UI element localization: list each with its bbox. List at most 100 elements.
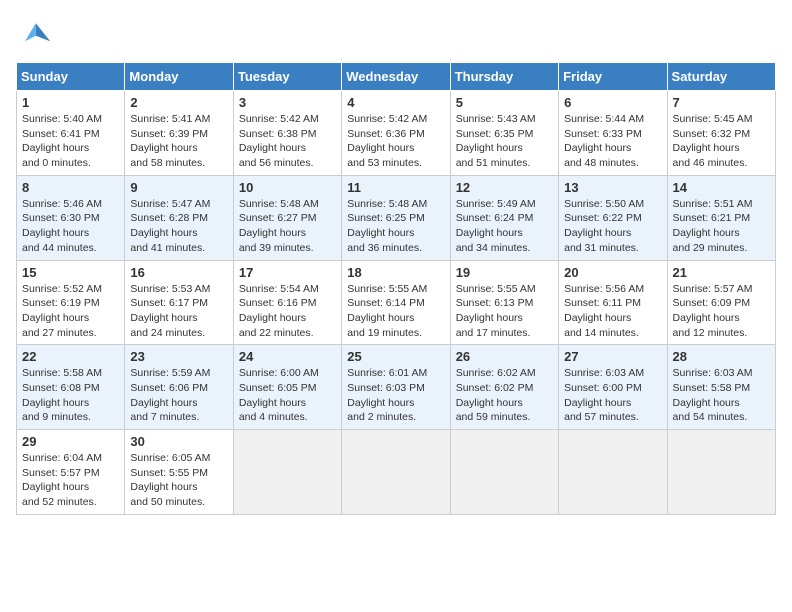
calendar: SundayMondayTuesdayWednesdayThursdayFrid…	[16, 62, 776, 515]
day-info: Sunrise: 5:57 AMSunset: 6:09 PMDaylight …	[673, 282, 770, 341]
calendar-day: 28 Sunrise: 6:03 AMSunset: 5:58 PMDayligh…	[667, 345, 775, 430]
day-info: Sunrise: 6:05 AMSunset: 5:55 PMDaylight …	[130, 451, 227, 510]
day-info: Sunrise: 5:43 AMSunset: 6:35 PMDaylight …	[456, 112, 553, 171]
day-number: 29	[22, 434, 119, 449]
calendar-day: 15 Sunrise: 5:52 AMSunset: 6:19 PMDayligh…	[17, 260, 125, 345]
calendar-week-row: 1 Sunrise: 5:40 AMSunset: 6:41 PMDaylight…	[17, 91, 776, 176]
day-number: 28	[673, 349, 770, 364]
calendar-day: 4 Sunrise: 5:42 AMSunset: 6:36 PMDaylight…	[342, 91, 450, 176]
calendar-day: 1 Sunrise: 5:40 AMSunset: 6:41 PMDaylight…	[17, 91, 125, 176]
day-number: 12	[456, 180, 553, 195]
day-number: 21	[673, 265, 770, 280]
day-info: Sunrise: 5:55 AMSunset: 6:14 PMDaylight …	[347, 282, 444, 341]
weekday-header-monday: Monday	[125, 63, 233, 91]
weekday-header-friday: Friday	[559, 63, 667, 91]
day-info: Sunrise: 5:40 AMSunset: 6:41 PMDaylight …	[22, 112, 119, 171]
day-info: Sunrise: 5:55 AMSunset: 6:13 PMDaylight …	[456, 282, 553, 341]
calendar-day: 24 Sunrise: 6:00 AMSunset: 6:05 PMDayligh…	[233, 345, 341, 430]
day-number: 17	[239, 265, 336, 280]
calendar-day: 13 Sunrise: 5:50 AMSunset: 6:22 PMDayligh…	[559, 175, 667, 260]
calendar-day: 30 Sunrise: 6:05 AMSunset: 5:55 PMDayligh…	[125, 430, 233, 515]
calendar-day: 12 Sunrise: 5:49 AMSunset: 6:24 PMDayligh…	[450, 175, 558, 260]
day-number: 3	[239, 95, 336, 110]
day-info: Sunrise: 5:50 AMSunset: 6:22 PMDaylight …	[564, 197, 661, 256]
day-info: Sunrise: 5:51 AMSunset: 6:21 PMDaylight …	[673, 197, 770, 256]
day-info: Sunrise: 5:54 AMSunset: 6:16 PMDaylight …	[239, 282, 336, 341]
calendar-day	[450, 430, 558, 515]
weekday-header-tuesday: Tuesday	[233, 63, 341, 91]
day-info: Sunrise: 6:03 AMSunset: 6:00 PMDaylight …	[564, 366, 661, 425]
calendar-day: 26 Sunrise: 6:02 AMSunset: 6:02 PMDayligh…	[450, 345, 558, 430]
day-info: Sunrise: 5:48 AMSunset: 6:27 PMDaylight …	[239, 197, 336, 256]
day-info: Sunrise: 5:45 AMSunset: 6:32 PMDaylight …	[673, 112, 770, 171]
calendar-day: 7 Sunrise: 5:45 AMSunset: 6:32 PMDaylight…	[667, 91, 775, 176]
calendar-day: 10 Sunrise: 5:48 AMSunset: 6:27 PMDayligh…	[233, 175, 341, 260]
day-info: Sunrise: 6:01 AMSunset: 6:03 PMDaylight …	[347, 366, 444, 425]
day-info: Sunrise: 5:53 AMSunset: 6:17 PMDaylight …	[130, 282, 227, 341]
weekday-header-saturday: Saturday	[667, 63, 775, 91]
day-number: 16	[130, 265, 227, 280]
day-info: Sunrise: 5:49 AMSunset: 6:24 PMDaylight …	[456, 197, 553, 256]
calendar-day: 11 Sunrise: 5:48 AMSunset: 6:25 PMDayligh…	[342, 175, 450, 260]
calendar-day: 8 Sunrise: 5:46 AMSunset: 6:30 PMDaylight…	[17, 175, 125, 260]
day-info: Sunrise: 6:04 AMSunset: 5:57 PMDaylight …	[22, 451, 119, 510]
calendar-week-row: 22 Sunrise: 5:58 AMSunset: 6:08 PMDayligh…	[17, 345, 776, 430]
day-number: 13	[564, 180, 661, 195]
calendar-day	[559, 430, 667, 515]
day-info: Sunrise: 5:52 AMSunset: 6:19 PMDaylight …	[22, 282, 119, 341]
day-number: 19	[456, 265, 553, 280]
calendar-day: 17 Sunrise: 5:54 AMSunset: 6:16 PMDayligh…	[233, 260, 341, 345]
day-number: 18	[347, 265, 444, 280]
day-info: Sunrise: 5:47 AMSunset: 6:28 PMDaylight …	[130, 197, 227, 256]
day-info: Sunrise: 5:56 AMSunset: 6:11 PMDaylight …	[564, 282, 661, 341]
calendar-day: 5Sunrise: 5:43 AMSunset: 6:35 PMDaylight…	[450, 91, 558, 176]
calendar-week-row: 29 Sunrise: 6:04 AMSunset: 5:57 PMDayligh…	[17, 430, 776, 515]
day-info: Sunrise: 5:59 AMSunset: 6:06 PMDaylight …	[130, 366, 227, 425]
calendar-day: 19 Sunrise: 5:55 AMSunset: 6:13 PMDayligh…	[450, 260, 558, 345]
calendar-day: 23 Sunrise: 5:59 AMSunset: 6:06 PMDayligh…	[125, 345, 233, 430]
calendar-week-row: 8 Sunrise: 5:46 AMSunset: 6:30 PMDaylight…	[17, 175, 776, 260]
day-number: 4	[347, 95, 444, 110]
day-number: 6	[564, 95, 661, 110]
calendar-day: 16 Sunrise: 5:53 AMSunset: 6:17 PMDayligh…	[125, 260, 233, 345]
day-number: 1	[22, 95, 119, 110]
weekday-header-wednesday: Wednesday	[342, 63, 450, 91]
day-info: Sunrise: 6:03 AMSunset: 5:58 PMDaylight …	[673, 366, 770, 425]
day-number: 8	[22, 180, 119, 195]
logo-icon	[16, 16, 52, 52]
day-info: Sunrise: 5:42 AMSunset: 6:38 PMDaylight …	[239, 112, 336, 171]
day-number: 7	[673, 95, 770, 110]
page-header	[16, 16, 776, 52]
calendar-day: 18 Sunrise: 5:55 AMSunset: 6:14 PMDayligh…	[342, 260, 450, 345]
calendar-day	[233, 430, 341, 515]
day-number: 23	[130, 349, 227, 364]
calendar-day: 14 Sunrise: 5:51 AMSunset: 6:21 PMDayligh…	[667, 175, 775, 260]
calendar-day: 2Sunrise: 5:41 AMSunset: 6:39 PMDaylight…	[125, 91, 233, 176]
calendar-day: 6 Sunrise: 5:44 AMSunset: 6:33 PMDaylight…	[559, 91, 667, 176]
day-info: Sunrise: 6:00 AMSunset: 6:05 PMDaylight …	[239, 366, 336, 425]
calendar-day: 25 Sunrise: 6:01 AMSunset: 6:03 PMDayligh…	[342, 345, 450, 430]
calendar-day: 29 Sunrise: 6:04 AMSunset: 5:57 PMDayligh…	[17, 430, 125, 515]
day-number: 26	[456, 349, 553, 364]
day-number: 30	[130, 434, 227, 449]
day-number: 14	[673, 180, 770, 195]
calendar-day: 22 Sunrise: 5:58 AMSunset: 6:08 PMDayligh…	[17, 345, 125, 430]
day-info: Sunrise: 5:48 AMSunset: 6:25 PMDaylight …	[347, 197, 444, 256]
day-number: 22	[22, 349, 119, 364]
day-number: 24	[239, 349, 336, 364]
day-info: Sunrise: 5:46 AMSunset: 6:30 PMDaylight …	[22, 197, 119, 256]
weekday-header-row: SundayMondayTuesdayWednesdayThursdayFrid…	[17, 63, 776, 91]
day-info: Sunrise: 6:02 AMSunset: 6:02 PMDaylight …	[456, 366, 553, 425]
day-number: 15	[22, 265, 119, 280]
day-number: 25	[347, 349, 444, 364]
day-number: 2	[130, 95, 227, 110]
day-number: 11	[347, 180, 444, 195]
day-info: Sunrise: 5:58 AMSunset: 6:08 PMDaylight …	[22, 366, 119, 425]
weekday-header-sunday: Sunday	[17, 63, 125, 91]
weekday-header-thursday: Thursday	[450, 63, 558, 91]
day-number: 10	[239, 180, 336, 195]
day-info: Sunrise: 5:42 AMSunset: 6:36 PMDaylight …	[347, 112, 444, 171]
day-info: Sunrise: 5:44 AMSunset: 6:33 PMDaylight …	[564, 112, 661, 171]
day-number: 9	[130, 180, 227, 195]
calendar-day: 21 Sunrise: 5:57 AMSunset: 6:09 PMDayligh…	[667, 260, 775, 345]
